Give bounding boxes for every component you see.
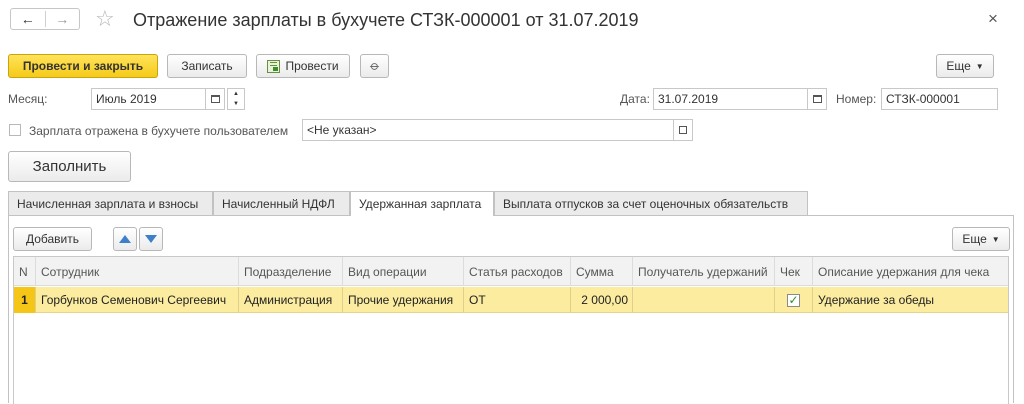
arrow-up-icon (119, 235, 131, 243)
cell-recipient[interactable] (633, 287, 775, 313)
cell-employee[interactable]: Горбунков Семенович Сергеевич (36, 287, 239, 313)
column-header-expense-item[interactable]: Статья расходов (464, 257, 571, 286)
reflected-checkbox[interactable] (9, 124, 21, 136)
checkbox-checked-icon[interactable]: ✓ (787, 293, 800, 307)
cell-n: 1 (14, 287, 36, 313)
column-header-operation[interactable]: Вид операции (343, 257, 464, 286)
number-value: СТЗК-000001 (886, 92, 960, 106)
tab-accrued-salary[interactable]: Начисленная зарплата и взносы (8, 191, 213, 215)
favorite-star-icon[interactable]: ☆ (95, 6, 115, 32)
post-document-icon (267, 59, 281, 73)
back-arrow-icon[interactable]: ← (11, 11, 45, 27)
save-button[interactable]: Записать (167, 54, 247, 78)
tab-accrued-ndfl[interactable]: Начисленный НДФЛ (213, 191, 350, 215)
calendar-icon (812, 95, 822, 103)
paperclip-icon: ⌀ (366, 57, 383, 74)
cell-amount[interactable]: 2 000,00 (571, 287, 633, 313)
cell-description[interactable]: Удержание за обеды (813, 287, 1008, 313)
column-header-department[interactable]: Подразделение (239, 257, 343, 286)
cell-n-value: 1 (21, 293, 28, 307)
date-calendar-button[interactable] (807, 88, 827, 110)
tab-panel: Добавить Еще ▼ N Сотрудник Подразделение… (8, 215, 1014, 404)
spin-up-icon[interactable]: ▲ (228, 89, 244, 99)
dropdown-arrow-icon: ▼ (975, 61, 984, 71)
more-button-label: Еще (946, 59, 971, 73)
date-field[interactable]: 31.07.2019 (653, 88, 808, 110)
table-more-button[interactable]: Еще ▼ (952, 227, 1010, 251)
date-value: 31.07.2019 (658, 92, 719, 106)
cell-operation[interactable]: Прочие удержания (343, 287, 464, 313)
calendar-icon (210, 95, 220, 103)
fill-button[interactable]: Заполнить (8, 151, 131, 182)
tab-withheld-salary[interactable]: Удержанная зарплата (350, 191, 494, 216)
nav-group: ← → (10, 8, 80, 30)
forward-arrow-icon[interactable]: → (45, 11, 79, 27)
attach-button[interactable]: ⌀ (360, 54, 389, 78)
month-field[interactable]: Июль 2019 (91, 88, 206, 110)
column-header-employee[interactable]: Сотрудник (36, 257, 239, 286)
tab-vacation-payments[interactable]: Выплата отпусков за счет оценочных обяза… (494, 191, 808, 215)
post-and-close-button[interactable]: Провести и закрыть (8, 54, 158, 78)
data-table: N Сотрудник Подразделение Вид операции С… (13, 256, 1009, 404)
post-button-label: Провести (285, 59, 339, 73)
number-label: Номер: (836, 92, 877, 106)
move-up-button[interactable] (113, 227, 137, 251)
column-header-description[interactable]: Описание удержания для чека (813, 257, 1008, 286)
month-label: Месяц: (8, 92, 48, 106)
month-calendar-button[interactable] (205, 88, 225, 110)
month-spinner[interactable]: ▲ ▼ (227, 88, 245, 110)
move-down-button[interactable] (139, 227, 163, 251)
user-field[interactable]: <Не указан> (302, 119, 674, 141)
more-button[interactable]: Еще ▼ (936, 54, 994, 78)
cell-check[interactable]: ✓ (775, 287, 813, 313)
table-more-label: Еще (962, 232, 987, 246)
arrow-down-icon (145, 235, 157, 243)
table-row[interactable]: 1 Горбунков Семенович Сергеевич Админист… (14, 287, 1008, 313)
cell-expense-item[interactable]: ОТ (464, 287, 571, 313)
column-header-n[interactable]: N (14, 257, 36, 286)
spin-down-icon[interactable]: ▼ (228, 99, 244, 109)
user-value: <Не указан> (307, 123, 377, 137)
column-header-check[interactable]: Чек (775, 257, 813, 286)
page-title: Отражение зарплаты в бухучете СТЗК-00000… (133, 10, 639, 30)
column-header-amount[interactable]: Сумма (571, 257, 633, 286)
post-button[interactable]: Провести (256, 54, 350, 78)
column-header-recipient[interactable]: Получатель удержаний (633, 257, 775, 286)
date-label: Дата: (620, 92, 650, 106)
open-user-button[interactable] (673, 119, 693, 141)
dropdown-arrow-icon: ▼ (991, 234, 1000, 244)
cell-department[interactable]: Администрация (239, 287, 343, 313)
number-field[interactable]: СТЗК-000001 (881, 88, 998, 110)
title-bar: ← → ☆ Отражение зарплаты в бухучете СТЗК… (0, 0, 1024, 42)
add-button[interactable]: Добавить (13, 227, 92, 251)
month-value: Июль 2019 (96, 92, 157, 106)
table-header: N Сотрудник Подразделение Вид операции С… (14, 257, 1008, 286)
open-link-icon (679, 126, 687, 134)
close-icon[interactable]: × (988, 9, 998, 29)
reflected-label: Зарплата отражена в бухучете пользовател… (29, 124, 289, 138)
